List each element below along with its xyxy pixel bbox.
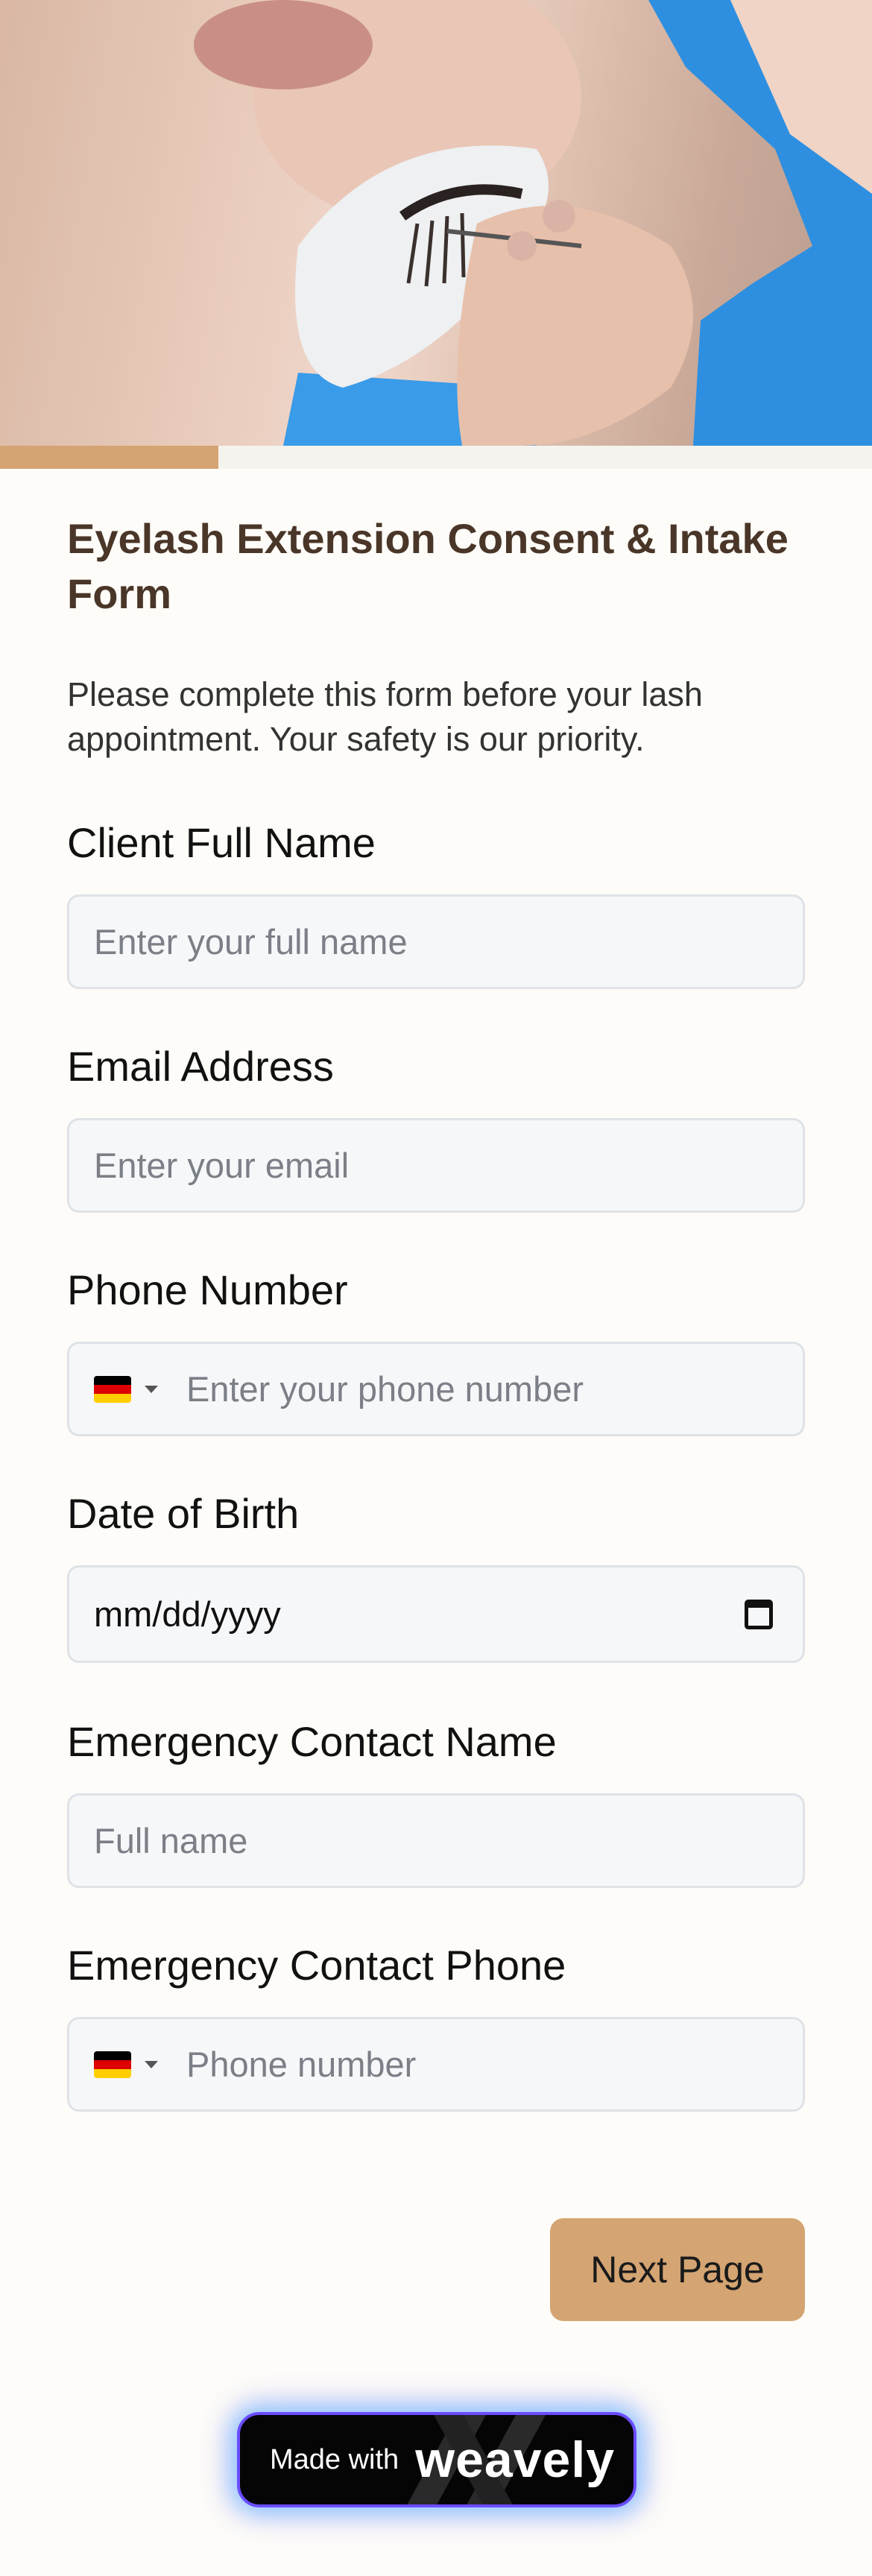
- email-label: Email Address: [67, 1043, 334, 1090]
- phone-placeholder: Enter your phone number: [186, 1369, 584, 1409]
- badge-made-with-text: Made with: [270, 2443, 399, 2475]
- country-dropdown-caret-icon[interactable]: [145, 2060, 158, 2068]
- next-page-button[interactable]: Next Page: [550, 2218, 805, 2321]
- email-placeholder: Enter your email: [94, 1146, 350, 1185]
- client-name-input[interactable]: Enter your full name: [67, 894, 805, 989]
- progress-bar-fill: [0, 446, 218, 469]
- dob-input[interactable]: mm/dd/yyyy: [67, 1565, 805, 1663]
- phone-label: Phone Number: [67, 1266, 348, 1313]
- client-name-label: Client Full Name: [67, 819, 376, 866]
- made-with-weavely-badge[interactable]: Made with weavely: [237, 2412, 636, 2507]
- hero-image: [0, 0, 872, 446]
- emergency-phone-input[interactable]: Phone number: [67, 2017, 805, 2112]
- phone-input[interactable]: Enter your phone number: [67, 1342, 805, 1436]
- form-description: Please complete this form before your la…: [67, 675, 703, 758]
- emergency-name-placeholder: Full name: [94, 1821, 248, 1860]
- germany-flag-icon[interactable]: [94, 1375, 131, 1403]
- form-title: Eyelash Extension Consent & Intake Form: [67, 515, 789, 617]
- client-name-placeholder: Enter your full name: [94, 922, 408, 962]
- country-dropdown-caret-icon[interactable]: [145, 1385, 158, 1393]
- emergency-name-input[interactable]: Full name: [67, 1793, 805, 1888]
- email-input[interactable]: Enter your email: [67, 1118, 805, 1213]
- emergency-name-label: Emergency Contact Name: [67, 1718, 557, 1765]
- weavely-logo: weavely: [415, 2431, 616, 2488]
- dob-label: Date of Birth: [67, 1490, 300, 1537]
- germany-flag-icon[interactable]: [94, 2051, 131, 2078]
- calendar-icon[interactable]: [745, 1599, 773, 1629]
- emergency-phone-placeholder: Phone number: [186, 2045, 417, 2084]
- emergency-phone-label: Emergency Contact Phone: [67, 1942, 566, 1989]
- progress-bar: [0, 446, 872, 469]
- dob-value: mm/dd/yyyy: [94, 1594, 281, 1634]
